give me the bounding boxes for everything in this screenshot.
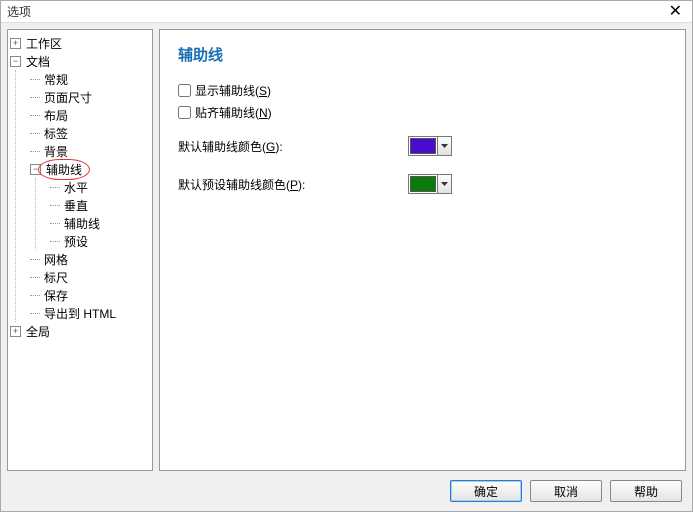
tree-node-general[interactable]: 常规 <box>42 71 70 88</box>
snap-guides-row: 贴齐辅助线(N) <box>178 101 667 123</box>
tree-node-global[interactable]: 全局 <box>24 323 52 340</box>
tree-node-vertical[interactable]: 垂直 <box>62 197 90 214</box>
tree-node-document[interactable]: 文档 <box>24 53 52 70</box>
expand-icon[interactable]: + <box>10 326 21 337</box>
tree-node-labels[interactable]: 标签 <box>42 125 70 142</box>
tree-node-presets[interactable]: 预设 <box>62 233 90 250</box>
tree-node-layout[interactable]: 布局 <box>42 107 70 124</box>
content-pane: 辅助线 显示辅助线(S) 贴齐辅助线(N) 默认辅助线颜色(G): <box>159 29 686 471</box>
chevron-down-icon[interactable] <box>437 175 451 193</box>
help-button[interactable]: 帮助 <box>610 480 682 502</box>
expand-icon[interactable]: + <box>10 38 21 49</box>
panel-heading: 辅助线 <box>178 44 667 65</box>
preset-guide-color-label: 默认预设辅助线颜色(P): <box>178 176 408 193</box>
chevron-down-icon[interactable] <box>437 137 451 155</box>
dialog-footer: 确定 取消 帮助 <box>1 471 692 511</box>
color-swatch <box>410 176 436 192</box>
preset-guide-color-row: 默认预设辅助线颜色(P): <box>178 169 667 199</box>
show-guides-checkbox[interactable] <box>178 84 191 97</box>
tree-node-horizontal[interactable]: 水平 <box>62 179 90 196</box>
tree-node-background[interactable]: 背景 <box>42 143 70 160</box>
collapse-icon[interactable]: − <box>30 164 41 175</box>
titlebar: 选项 ✕ <box>1 1 692 23</box>
tree-pane[interactable]: + 工作区 − 文档 常规 页面尺寸 布局 标签 <box>7 29 153 471</box>
dialog-body: + 工作区 − 文档 常规 页面尺寸 布局 标签 <box>1 23 692 471</box>
tree-node-grid[interactable]: 网格 <box>42 251 70 268</box>
preset-guide-color-picker[interactable] <box>408 174 452 194</box>
tree-node-guides-sub[interactable]: 辅助线 <box>62 215 102 232</box>
collapse-icon[interactable]: − <box>10 56 21 67</box>
default-guide-color-row: 默认辅助线颜色(G): <box>178 131 667 161</box>
options-dialog: 选项 ✕ + 工作区 − 文档 <box>0 0 693 512</box>
tree-node-page-size[interactable]: 页面尺寸 <box>42 89 94 106</box>
close-icon[interactable]: ✕ <box>665 4 686 20</box>
default-guide-color-picker[interactable] <box>408 136 452 156</box>
default-guide-color-label: 默认辅助线颜色(G): <box>178 138 408 155</box>
tree-node-save[interactable]: 保存 <box>42 287 70 304</box>
ok-button[interactable]: 确定 <box>450 480 522 502</box>
snap-guides-label[interactable]: 贴齐辅助线(N) <box>195 104 272 121</box>
nav-tree: + 工作区 − 文档 常规 页面尺寸 布局 标签 <box>10 34 150 340</box>
cancel-button[interactable]: 取消 <box>530 480 602 502</box>
snap-guides-checkbox[interactable] <box>178 106 191 119</box>
show-guides-row: 显示辅助线(S) <box>178 79 667 101</box>
window-title: 选项 <box>7 3 31 20</box>
tree-node-export-html[interactable]: 导出到 HTML <box>42 305 118 322</box>
show-guides-label[interactable]: 显示辅助线(S) <box>195 82 271 99</box>
tree-node-workspace[interactable]: 工作区 <box>24 35 64 52</box>
color-swatch <box>410 138 436 154</box>
tree-node-rulers[interactable]: 标尺 <box>42 269 70 286</box>
tree-node-guides[interactable]: 辅助线 <box>44 161 84 178</box>
